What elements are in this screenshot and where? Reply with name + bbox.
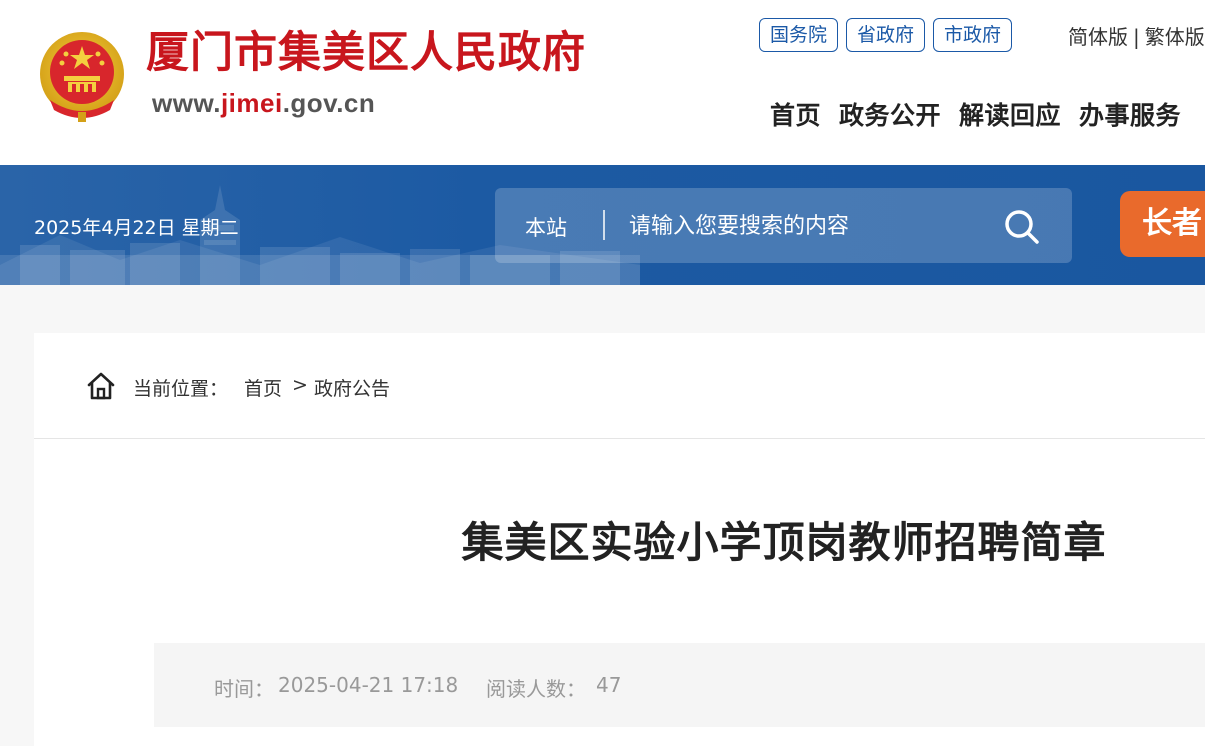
gov-link-state-council[interactable]: 国务院	[759, 18, 839, 52]
breadcrumb-home[interactable]: 首页	[244, 374, 282, 401]
search-icon[interactable]	[1000, 205, 1044, 249]
search-banner: 2025年4月22日 星期二 本站 长者	[0, 165, 1205, 285]
home-icon[interactable]	[86, 371, 116, 401]
elder-mode-button[interactable]: 长者	[1120, 191, 1205, 257]
lang-traditional[interactable]: 繁体版	[1145, 25, 1205, 49]
search-box: 本站	[495, 188, 1072, 263]
article-title: 集美区实验小学顶岗教师招聘简章	[461, 518, 1107, 567]
lang-simplified[interactable]: 简体版	[1068, 25, 1128, 49]
site-url-suffix: .gov.cn	[282, 88, 376, 118]
search-input[interactable]	[627, 206, 997, 246]
nav-interpretation[interactable]: 解读回应	[959, 96, 1061, 132]
site-title[interactable]: 厦门市集美区人民政府	[146, 29, 586, 77]
breadcrumb-separator: >	[292, 374, 308, 396]
publish-time-label: 时间：	[214, 677, 274, 701]
breadcrumb: 当前位置： 首页 > 政府公告	[34, 333, 1205, 439]
nav-government-affairs[interactable]: 政务公开	[839, 96, 941, 132]
site-url-prefix: www.	[152, 88, 221, 118]
article-container: 当前位置： 首页 > 政府公告 集美区实验小学顶岗教师招聘简章 时间： 2025…	[34, 333, 1205, 746]
national-emblem-icon[interactable]	[36, 30, 128, 124]
site-header: 厦门市集美区人民政府 www.jimei.gov.cn 国务院 省政府 市政府 …	[0, 0, 1205, 165]
site-url: www.jimei.gov.cn	[152, 88, 375, 119]
article-meta: 时间： 2025-04-21 17:18 阅读人数： 47	[154, 643, 1205, 727]
nav-home[interactable]: 首页	[770, 96, 821, 132]
gov-link-city[interactable]: 市政府	[933, 18, 1013, 52]
publish-time-value: 2025-04-21 17:18	[278, 673, 459, 697]
search-divider	[603, 210, 605, 240]
gov-link-province[interactable]: 省政府	[846, 18, 926, 52]
language-switch: 简体版 | 繁体版	[1068, 21, 1205, 50]
search-scope-select[interactable]: 本站	[525, 212, 567, 242]
breadcrumb-announcements[interactable]: 政府公告	[314, 374, 390, 401]
breadcrumb-label: 当前位置：	[133, 378, 229, 400]
current-date: 2025年4月22日 星期二	[34, 217, 239, 239]
nav-services[interactable]: 办事服务	[1079, 96, 1181, 132]
read-count-label: 阅读人数：	[486, 677, 586, 701]
gov-links: 国务院 省政府 市政府	[759, 18, 1013, 52]
lang-separator: |	[1133, 25, 1140, 49]
read-count-value: 47	[596, 673, 622, 697]
site-url-accent: jimei	[220, 88, 283, 118]
main-nav: 首页 政务公开 解读回应 办事服务	[770, 96, 1181, 132]
